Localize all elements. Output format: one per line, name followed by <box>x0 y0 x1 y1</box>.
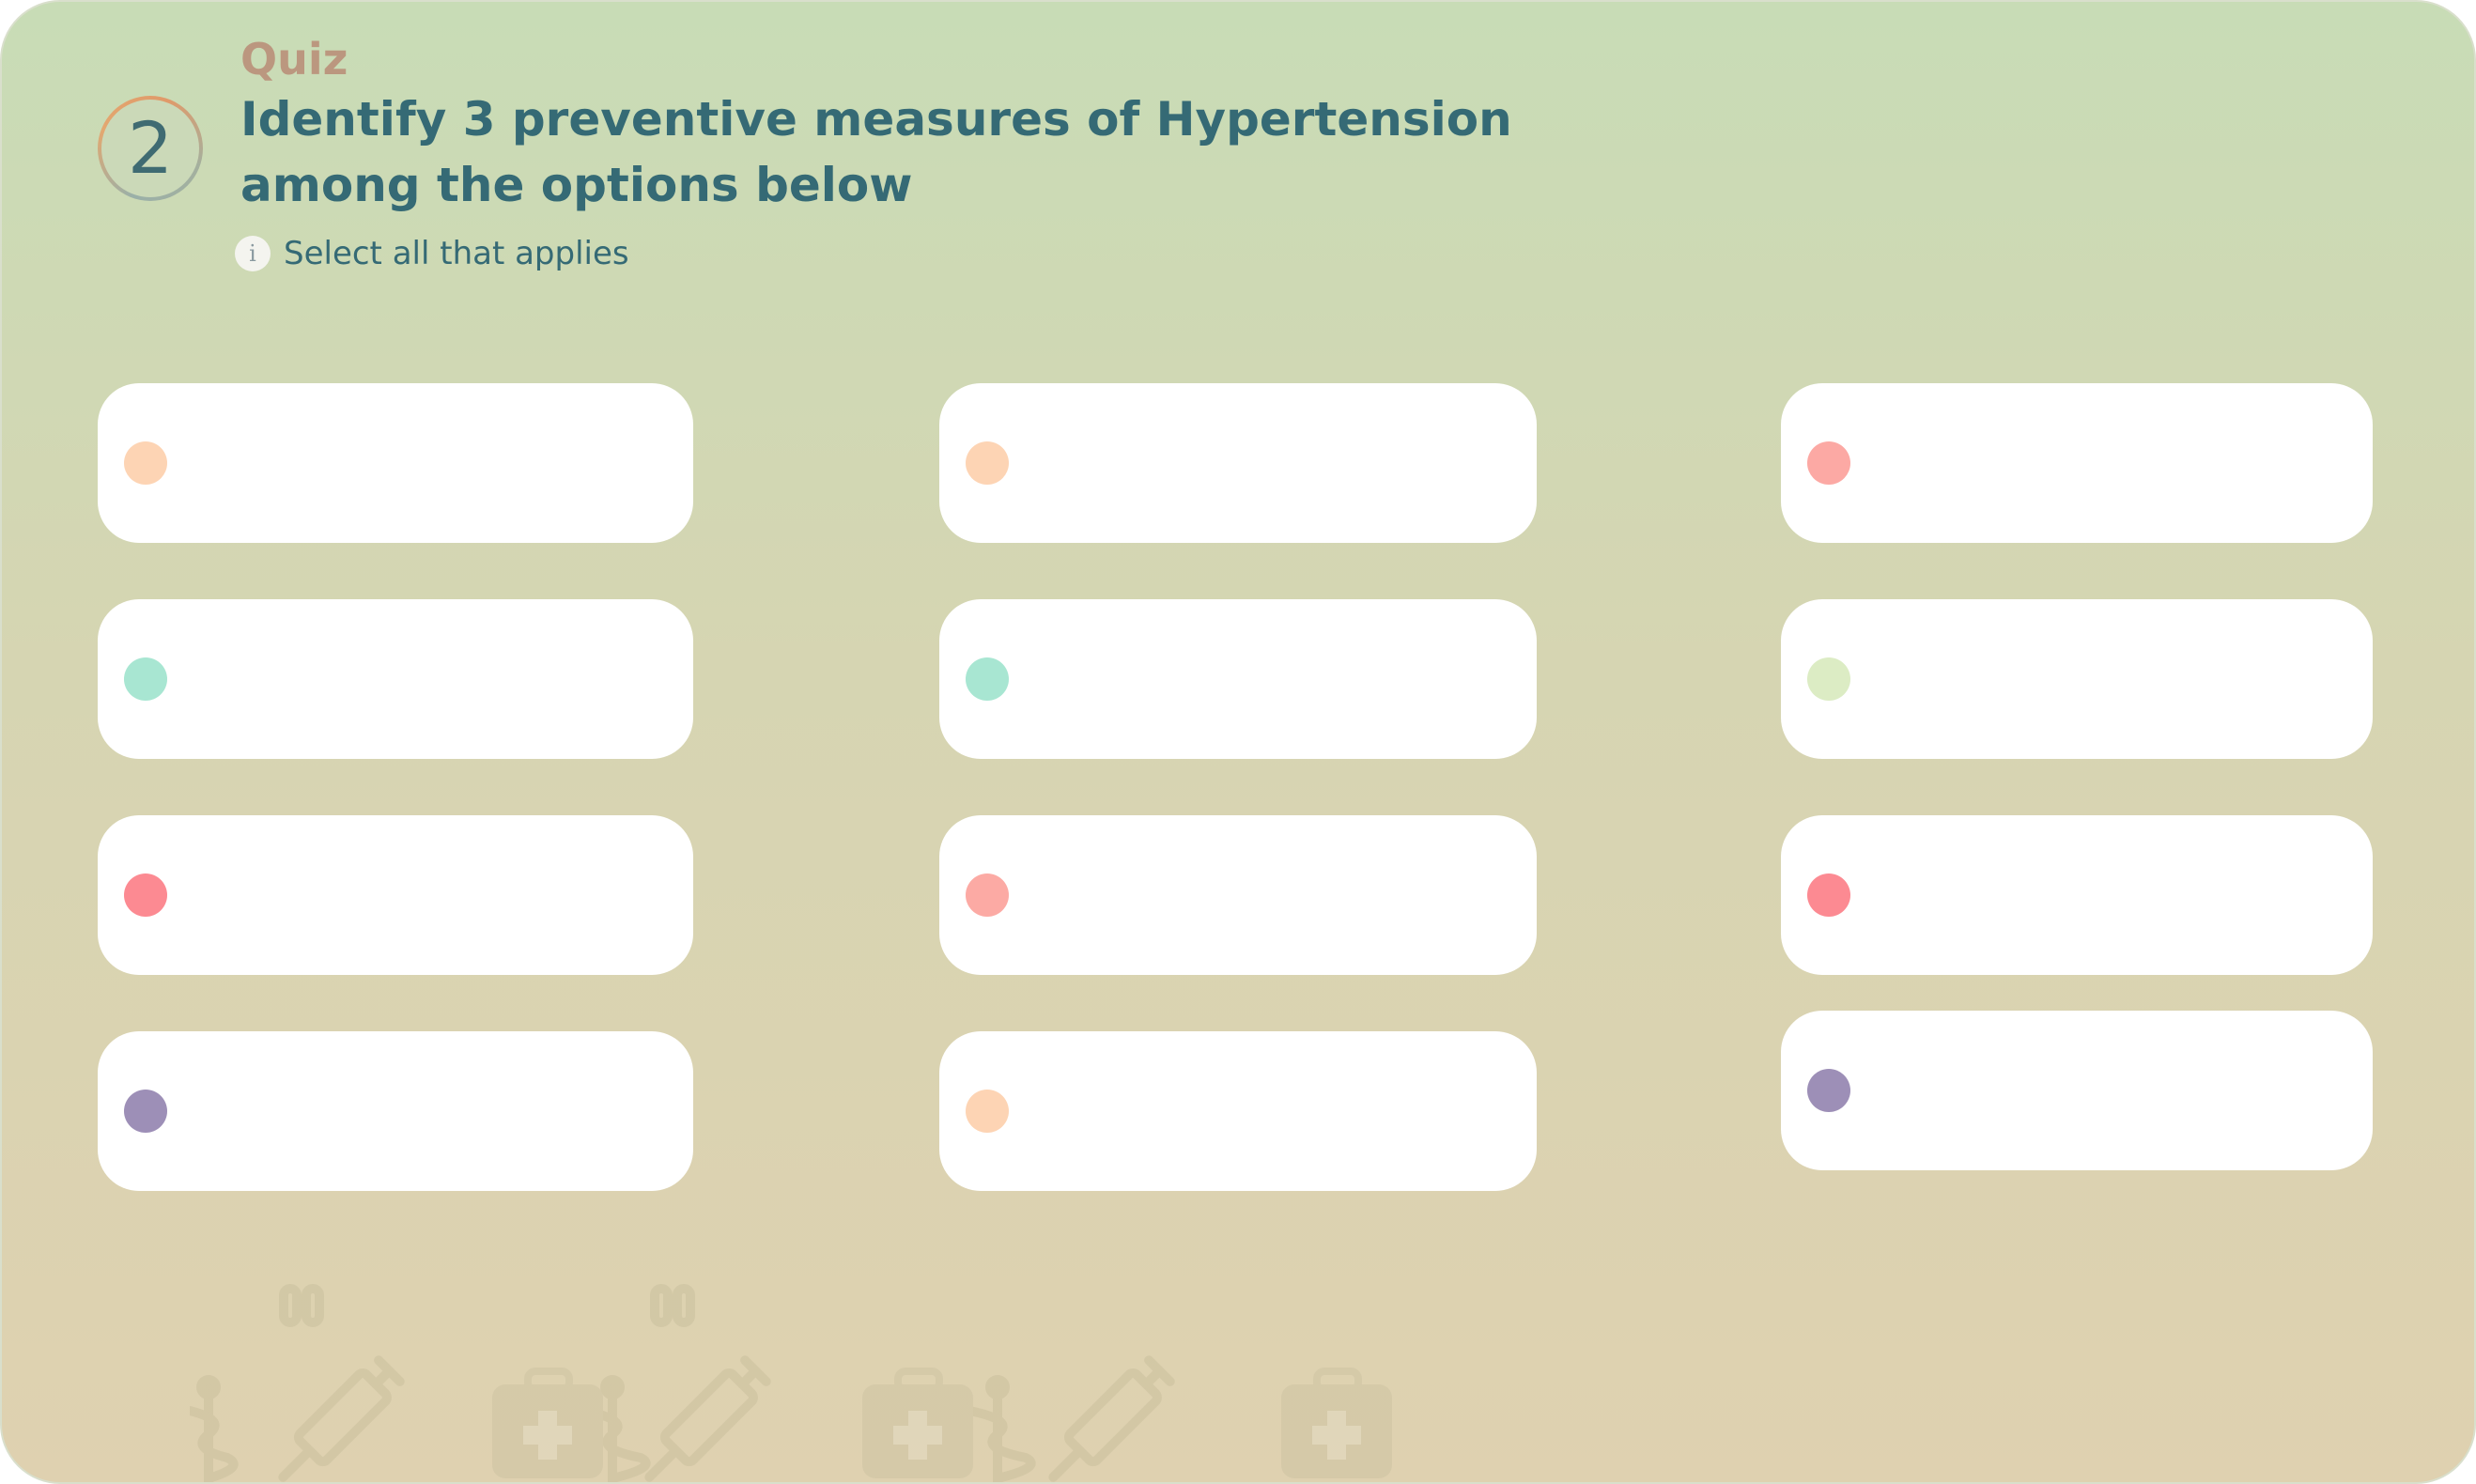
option-8[interactable] <box>939 815 1537 975</box>
option-marker <box>966 873 1009 917</box>
option-4[interactable] <box>98 599 693 759</box>
question-number: 2 <box>101 100 199 197</box>
caduceus-icon <box>190 1375 239 1482</box>
info-icon: i <box>235 236 271 271</box>
hint-text: Select all that applies <box>284 235 629 272</box>
option-marker <box>966 657 1009 701</box>
quiz-kicker: Quiz <box>240 34 348 85</box>
option-marker <box>1807 1069 1850 1112</box>
option-7[interactable] <box>98 815 693 975</box>
syringe-icon <box>278 1355 405 1482</box>
option-2[interactable] <box>939 383 1537 543</box>
option-9[interactable] <box>1781 815 2373 975</box>
quiz-card: 2 Quiz Identify 3 preventive measures of… <box>0 0 2476 1484</box>
option-marker <box>124 441 167 485</box>
option-1[interactable] <box>98 383 693 543</box>
option-3[interactable] <box>1781 383 2373 543</box>
option-marker <box>1807 657 1850 701</box>
pills-icon <box>279 1284 695 1327</box>
question-number-badge: 2 <box>98 96 203 201</box>
syringe-icon <box>644 1355 771 1482</box>
option-marker <box>966 441 1009 485</box>
option-10[interactable] <box>98 1031 693 1191</box>
option-marker <box>124 873 167 917</box>
option-marker <box>1807 441 1850 485</box>
caduceus-icon <box>965 1375 1036 1482</box>
option-5[interactable] <box>939 599 1537 759</box>
question-text: Identify 3 preventive measures of Hypert… <box>240 92 1512 212</box>
option-marker <box>124 657 167 701</box>
syringe-icon <box>1048 1355 1175 1482</box>
medical-decoration <box>190 1284 1392 1482</box>
hint: i Select all that applies <box>235 235 629 272</box>
option-12[interactable] <box>1781 1011 2373 1170</box>
option-marker <box>1807 873 1850 917</box>
option-marker <box>966 1090 1009 1133</box>
option-marker <box>124 1090 167 1133</box>
option-11[interactable] <box>939 1031 1537 1191</box>
option-6[interactable] <box>1781 599 2373 759</box>
